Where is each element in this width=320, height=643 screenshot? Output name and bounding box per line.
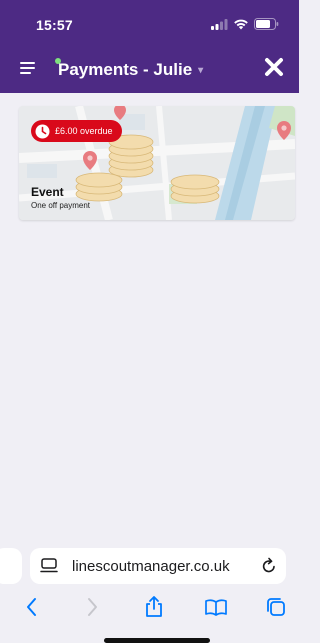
reload-icon[interactable] — [260, 557, 278, 575]
page-title[interactable]: Payments - Julie ▾ — [58, 60, 203, 80]
clock-icon — [35, 124, 50, 138]
forward-button[interactable] — [80, 595, 104, 619]
card-title: Event — [31, 185, 64, 199]
main-content: £6.00 overdue Event One off payment — [0, 93, 299, 541]
page-title-text: Payments - Julie — [58, 60, 193, 79]
back-icon — [27, 598, 36, 616]
signal-icon — [211, 18, 228, 30]
forward-icon — [88, 598, 97, 616]
tabs-icon — [267, 598, 285, 616]
address-bar[interactable]: linescoutmanager.co.uk — [30, 548, 286, 584]
url-text: linescoutmanager.co.uk — [72, 558, 230, 575]
title-dropdown-icon: ▾ — [198, 65, 204, 77]
wifi-icon — [234, 19, 248, 30]
browser-address-area: linescoutmanager.co.uk — [0, 541, 299, 591]
close-icon — [265, 58, 283, 76]
overdue-amount: £6.00 overdue — [55, 126, 113, 136]
status-icons — [211, 18, 279, 30]
bookmarks-icon — [205, 599, 227, 616]
tabs-button[interactable] — [264, 595, 288, 619]
hamburger-menu-icon — [20, 62, 35, 74]
nav-row: Payments - Julie ▾ — [0, 50, 299, 90]
page-menu-icon[interactable] — [40, 558, 58, 574]
back-button[interactable] — [20, 595, 44, 619]
home-indicator — [104, 638, 210, 643]
menu-button[interactable] — [20, 56, 61, 78]
payment-card[interactable]: £6.00 overdue Event One off payment — [19, 106, 295, 220]
status-bar: 15:57 — [0, 0, 299, 40]
card-subtitle: One off payment — [31, 201, 90, 210]
bookmarks-button[interactable] — [204, 595, 228, 619]
share-button[interactable] — [142, 595, 166, 619]
status-time: 15:57 — [36, 17, 73, 33]
battery-icon — [254, 18, 279, 30]
close-button[interactable] — [263, 56, 287, 80]
browser-toolbar — [0, 591, 299, 643]
previous-tab-peek[interactable] — [0, 548, 22, 584]
overdue-badge: £6.00 overdue — [31, 120, 122, 142]
app-header: 15:57 Payments - Julie ▾ — [0, 0, 299, 93]
share-icon — [146, 596, 162, 617]
